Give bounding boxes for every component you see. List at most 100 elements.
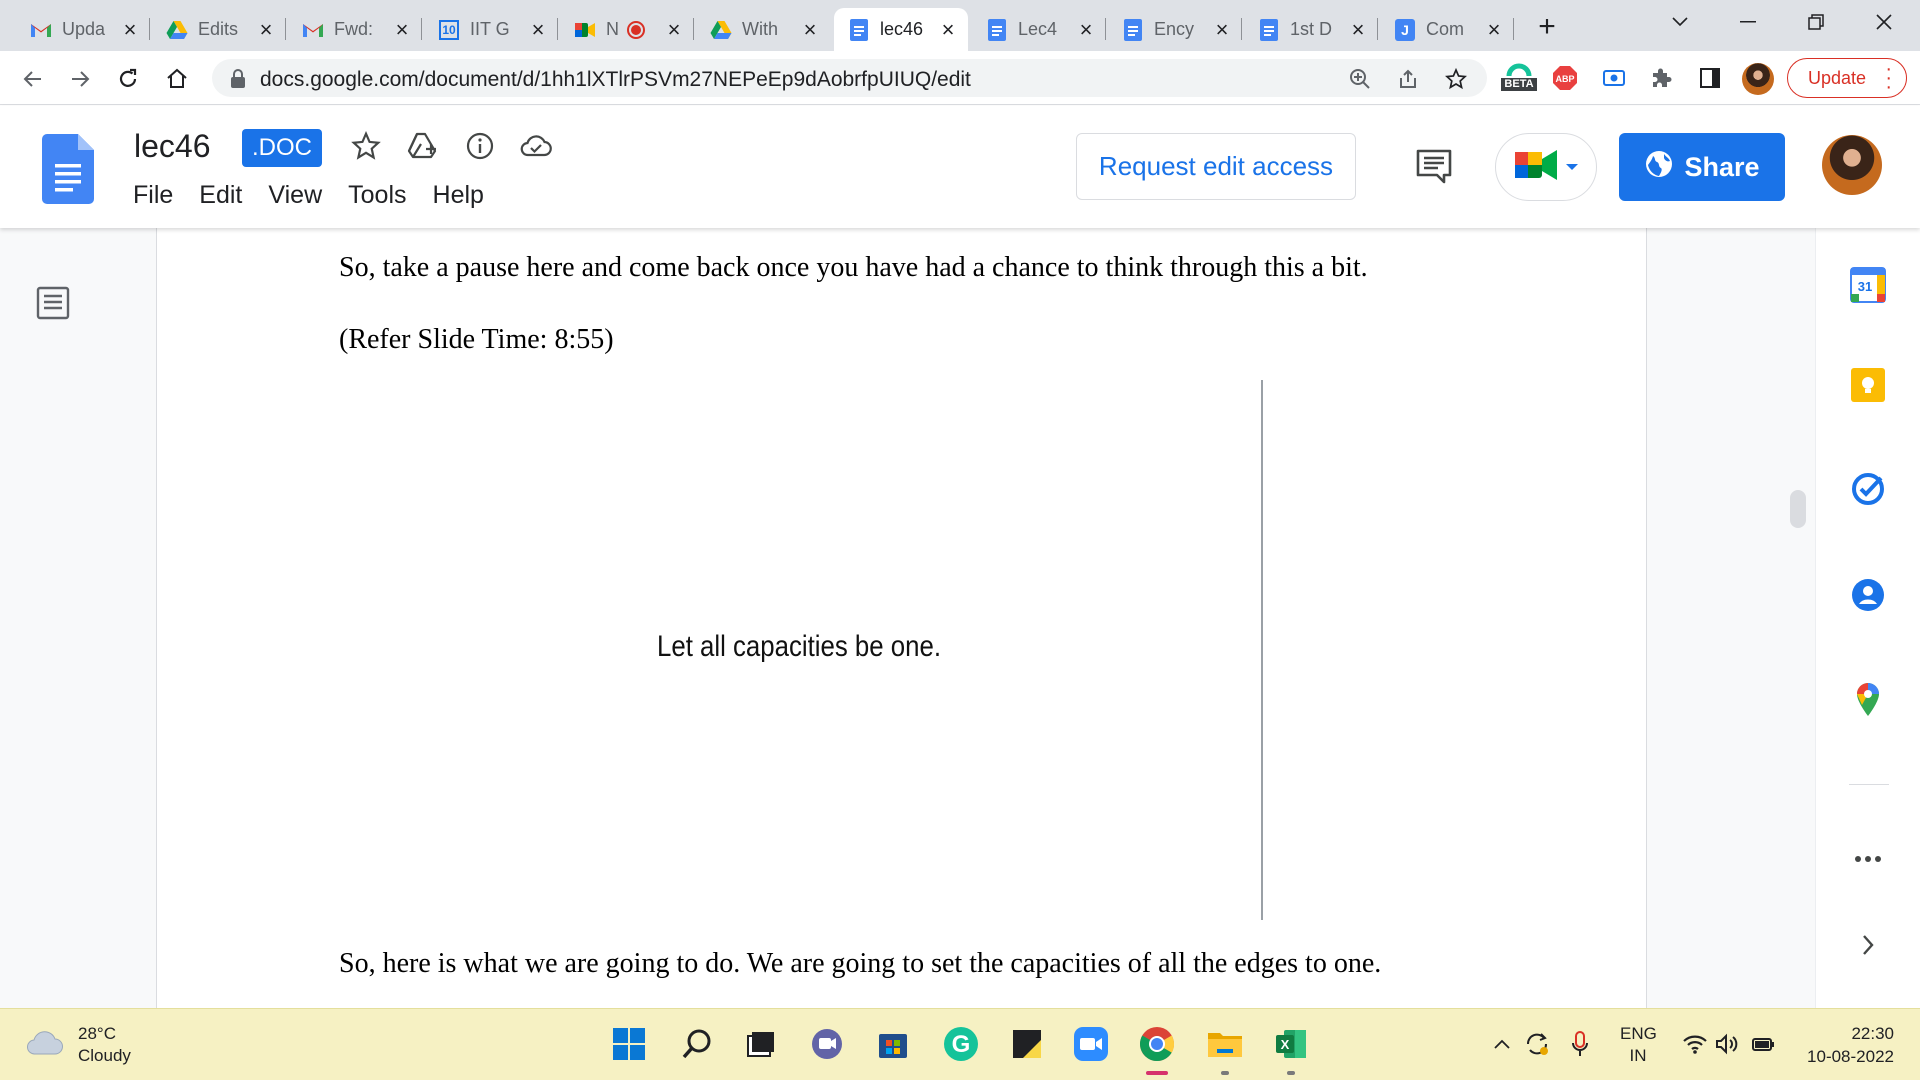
tab-meet[interactable]: N × — [560, 8, 694, 51]
comment-history-icon[interactable] — [1412, 144, 1456, 188]
wifi-icon[interactable] — [1678, 1023, 1712, 1065]
search-icon[interactable] — [676, 1023, 718, 1065]
screen-recorder-extension-icon[interactable] — [1598, 62, 1630, 94]
paragraph-capacities: So, here is what we are going to do. We … — [339, 948, 1382, 979]
grammarly-beta-extension-icon[interactable]: BETA — [1498, 59, 1540, 91]
menu-view[interactable]: View — [255, 181, 335, 215]
minimize-button[interactable] — [1728, 6, 1768, 38]
clock-date: 10-08-2022 — [1807, 1047, 1894, 1066]
home-button[interactable] — [160, 62, 194, 96]
side-panel: 31 — [1815, 228, 1920, 1008]
tab-docs-lec4[interactable]: Lec4 × — [972, 8, 1106, 51]
windows-start-icon[interactable] — [608, 1023, 650, 1065]
maps-icon[interactable] — [1847, 678, 1889, 720]
side-panel-icon[interactable] — [1694, 62, 1726, 94]
menu-tools[interactable]: Tools — [335, 181, 419, 215]
zoom-icon[interactable] — [1348, 67, 1372, 91]
vertical-scrollbar-thumb[interactable] — [1790, 490, 1806, 528]
tab-drive-edits[interactable]: Edits × — [152, 8, 286, 51]
tab-docs-1std[interactable]: 1st D × — [1244, 8, 1378, 51]
teams-chat-icon[interactable] — [806, 1023, 848, 1065]
menu-edit[interactable]: Edit — [186, 181, 255, 215]
microphone-icon[interactable] — [1563, 1023, 1597, 1065]
menu-help[interactable]: Help — [420, 181, 497, 215]
request-edit-access-button[interactable]: Request edit access — [1076, 133, 1356, 200]
contacts-icon[interactable] — [1847, 574, 1889, 616]
tab-drive-with[interactable]: With × — [696, 8, 830, 51]
tab-title: 1st D — [1290, 19, 1333, 39]
forward-button[interactable] — [63, 62, 97, 96]
tab-calendar-iitg[interactable]: 10 IIT G × — [424, 8, 558, 51]
restore-button[interactable] — [1796, 6, 1836, 38]
sync-icon[interactable] — [1520, 1023, 1554, 1065]
close-icon[interactable]: × — [528, 17, 548, 42]
address-bar[interactable]: docs.google.com/document/d/1hh1lXTlrPSVm… — [212, 59, 1487, 97]
file-explorer-icon[interactable] — [1204, 1023, 1246, 1065]
tab-title: Fwd: — [334, 19, 374, 39]
document-title[interactable]: lec46 — [134, 128, 211, 165]
add-shortcut-drive-icon[interactable] — [405, 128, 441, 164]
paragraph-pause: So, take a pause here and come back once… — [339, 252, 1368, 283]
input-language-indicator[interactable]: ENG IN — [1620, 1023, 1657, 1067]
task-view-icon[interactable] — [740, 1023, 782, 1065]
meet-call-button[interactable] — [1495, 133, 1597, 201]
share-label: Share — [1684, 151, 1760, 182]
adblock-plus-extension-icon[interactable]: ABP — [1549, 62, 1581, 94]
weather-widget[interactable]: 28°C Cloudy — [26, 1023, 131, 1067]
close-icon[interactable]: × — [800, 17, 820, 42]
tasks-icon[interactable] — [1847, 468, 1889, 510]
document-page[interactable]: So, take a pause here and come back once… — [156, 228, 1647, 1018]
google-docs-logo-icon[interactable] — [42, 134, 94, 204]
extensions-puzzle-icon[interactable] — [1645, 62, 1677, 94]
menu-file[interactable]: File — [120, 181, 186, 215]
more-icon[interactable] — [1847, 838, 1889, 880]
zoom-app-icon[interactable] — [1070, 1023, 1112, 1065]
calendar-icon[interactable]: 31 — [1847, 264, 1889, 306]
tab-jamboard-com[interactable]: J Com × — [1380, 8, 1514, 51]
sticky-notes-icon[interactable] — [1006, 1023, 1048, 1065]
reload-button[interactable] — [111, 62, 145, 96]
bookmark-star-icon[interactable] — [1444, 67, 1468, 91]
close-icon[interactable]: × — [1212, 17, 1232, 42]
tab-docs-ency[interactable]: Ency × — [1108, 8, 1242, 51]
lock-icon[interactable] — [230, 69, 246, 94]
new-tab-button[interactable]: + — [1530, 10, 1564, 44]
tab-gmail-fwd[interactable]: Fwd: × — [288, 8, 422, 51]
slide-image[interactable]: Let all capacities be one. — [339, 380, 1419, 920]
grammarly-icon[interactable]: G — [940, 1023, 982, 1065]
profile-avatar[interactable] — [1742, 63, 1774, 95]
show-hidden-icons-chevron-icon[interactable] — [1488, 1023, 1516, 1065]
close-icon[interactable]: × — [392, 17, 412, 42]
share-button[interactable]: Share — [1619, 133, 1785, 201]
cloud-saved-icon[interactable] — [518, 128, 554, 164]
document-outline-icon[interactable] — [34, 284, 72, 322]
close-icon[interactable]: × — [1484, 17, 1504, 42]
tab-search-chevron-icon[interactable] — [1660, 6, 1700, 38]
close-icon[interactable]: × — [120, 17, 140, 42]
clock[interactable]: 22:30 10-08-2022 — [1788, 1022, 1894, 1068]
volume-icon[interactable] — [1710, 1023, 1744, 1065]
caret-down-icon — [1565, 158, 1579, 176]
tab-gmail-upda[interactable]: Upda × — [16, 8, 150, 51]
svg-text:ABP: ABP — [1555, 74, 1574, 84]
close-icon[interactable]: × — [1348, 17, 1368, 42]
update-button[interactable]: Update · · · — [1787, 58, 1907, 98]
chrome-icon[interactable] — [1136, 1023, 1178, 1065]
tab-docs-lec46-active[interactable]: lec46 × — [834, 8, 968, 51]
close-icon[interactable]: × — [938, 17, 958, 42]
keep-icon[interactable] — [1847, 364, 1889, 406]
docs-header: lec46 .DOC File Edit View Tools Help Req… — [0, 106, 1920, 228]
battery-icon[interactable] — [1746, 1023, 1780, 1065]
microsoft-store-icon[interactable] — [872, 1023, 914, 1065]
excel-icon[interactable]: X — [1270, 1023, 1312, 1065]
account-avatar[interactable] — [1822, 135, 1882, 195]
share-page-icon[interactable] — [1396, 67, 1420, 91]
close-icon[interactable]: × — [1076, 17, 1096, 42]
collapse-panel-chevron-icon[interactable] — [1847, 924, 1889, 966]
info-icon[interactable] — [462, 128, 498, 164]
star-icon[interactable] — [348, 128, 384, 164]
close-icon[interactable]: × — [256, 17, 276, 42]
close-icon[interactable]: × — [664, 17, 684, 42]
close-window-button[interactable] — [1864, 6, 1904, 38]
back-button[interactable] — [16, 62, 50, 96]
